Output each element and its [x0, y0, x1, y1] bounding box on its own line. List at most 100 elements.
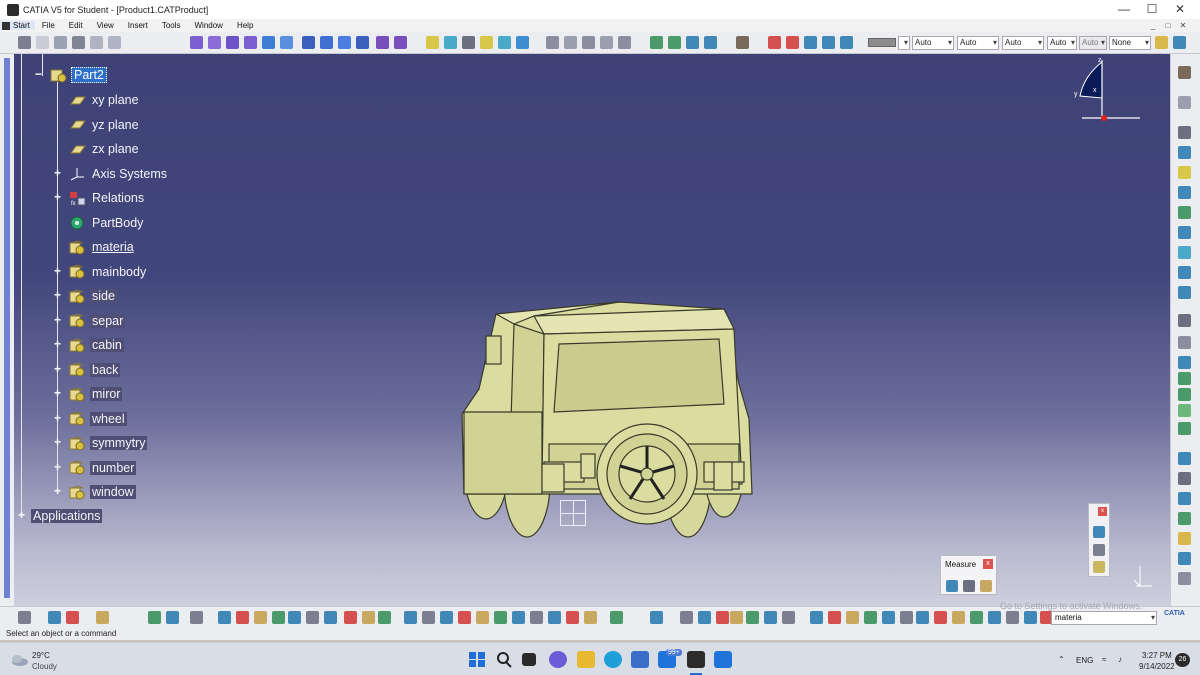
hole-icon[interactable] — [262, 36, 275, 49]
bottom-tool-icon[interactable] — [1024, 611, 1037, 624]
right-tool-icon[interactable] — [1178, 512, 1191, 525]
right-tool-icon[interactable] — [1178, 266, 1191, 279]
bottom-tool-icon[interactable] — [166, 611, 179, 624]
right-tool-icon[interactable] — [1178, 226, 1191, 239]
bottom-tool-icon[interactable] — [810, 611, 823, 624]
point-icon[interactable] — [480, 36, 493, 49]
bottom-tool-icon[interactable] — [422, 611, 435, 624]
pan-icon[interactable] — [822, 36, 835, 49]
bottom-tool-icon[interactable] — [66, 611, 79, 624]
thickness-icon[interactable] — [704, 36, 717, 49]
bottom-tool-icon[interactable] — [324, 611, 337, 624]
bottom-tool-icon[interactable] — [236, 611, 249, 624]
tree-node[interactable]: + separ — [52, 312, 126, 330]
measure-icon[interactable] — [462, 36, 475, 49]
bottom-tool-icon[interactable] — [916, 611, 929, 624]
search-icon[interactable] — [495, 651, 513, 668]
right-tool-icon[interactable] — [1178, 552, 1191, 565]
bottom-tool-icon[interactable] — [864, 611, 877, 624]
right-tool-icon[interactable] — [1178, 404, 1191, 417]
bottom-tool-icon[interactable] — [288, 611, 301, 624]
swap-space-icon[interactable] — [786, 36, 799, 49]
draft-icon[interactable] — [338, 36, 351, 49]
dimension-icon[interactable] — [600, 36, 613, 49]
menu-edit[interactable]: Edit — [62, 21, 90, 30]
bottom-tool-icon[interactable] — [148, 611, 161, 624]
measure-inertia-icon[interactable] — [980, 580, 992, 592]
show-hidden-icons[interactable]: ⌃ — [1058, 655, 1065, 664]
groove-icon[interactable] — [244, 36, 257, 49]
menu-help[interactable]: Help — [230, 21, 260, 30]
save-icon[interactable] — [72, 36, 85, 49]
bottom-tool-icon[interactable] — [494, 611, 507, 624]
select-icon[interactable] — [18, 36, 31, 49]
bottom-tool-icon[interactable] — [746, 611, 759, 624]
notifications-count[interactable]: 26 — [1175, 653, 1190, 667]
line-icon[interactable] — [516, 36, 529, 49]
bottom-tool-icon[interactable] — [882, 611, 895, 624]
bottom-tool-icon[interactable] — [272, 611, 285, 624]
measure-item-icon[interactable] — [963, 580, 975, 592]
tree-node-applications[interactable]: + Applications — [16, 507, 103, 525]
right-tool-icon[interactable] — [1178, 246, 1191, 259]
expand-icon[interactable]: + — [53, 265, 62, 277]
bottom-tool-icon[interactable] — [698, 611, 711, 624]
expand-icon[interactable]: + — [53, 191, 62, 203]
windows-start-icon[interactable] — [468, 651, 486, 668]
menu-start[interactable]: Start — [0, 21, 35, 30]
bottom-tool-icon[interactable] — [952, 611, 965, 624]
tree-scroll-indicator[interactable] — [4, 58, 10, 598]
new-icon[interactable] — [36, 36, 49, 49]
menu-window[interactable]: Window — [188, 21, 230, 30]
task-view-icon[interactable] — [522, 653, 536, 666]
right-tool-icon[interactable] — [1178, 314, 1191, 327]
expand-icon[interactable]: + — [17, 509, 26, 521]
bottom-tool-icon[interactable] — [650, 611, 663, 624]
line-weight-select[interactable]: Auto — [957, 36, 999, 50]
tree-node[interactable]: + cabin — [52, 336, 124, 354]
tree-node[interactable]: + number — [52, 459, 137, 477]
format-painter-icon[interactable] — [1173, 36, 1186, 49]
expand-icon[interactable]: + — [53, 314, 62, 326]
tree-node[interactable]: + wheel — [52, 410, 127, 428]
bottom-tool-icon[interactable] — [828, 611, 841, 624]
expand-icon[interactable]: + — [53, 167, 62, 179]
expand-icon[interactable]: + — [53, 289, 62, 301]
bottom-tool-icon[interactable] — [48, 611, 61, 624]
catia-taskbar-icon[interactable] — [687, 651, 705, 668]
tree-node[interactable]: + Axis Systems — [52, 165, 169, 183]
copy-icon[interactable] — [108, 36, 121, 49]
extra-select[interactable]: Auto — [1079, 36, 1107, 50]
right-tool-icon[interactable] — [1178, 96, 1191, 109]
bottom-tool-icon[interactable] — [584, 611, 597, 624]
bottom-tool-icon[interactable] — [680, 611, 693, 624]
filter-select[interactable]: None — [1109, 36, 1151, 50]
cut-icon[interactable] — [90, 36, 103, 49]
bottom-tool-icon[interactable] — [218, 611, 231, 624]
bottom-tool-icon[interactable] — [730, 611, 743, 624]
bottom-tool-icon[interactable] — [566, 611, 579, 624]
bottom-tool-icon[interactable] — [782, 611, 795, 624]
right-tool-icon[interactable] — [1178, 186, 1191, 199]
bottom-tool-icon[interactable] — [18, 611, 31, 624]
pad-icon[interactable] — [190, 36, 203, 49]
color-swatch[interactable] — [868, 38, 896, 47]
right-tool-icon[interactable] — [1178, 388, 1191, 401]
right-tool-icon[interactable] — [1178, 286, 1191, 299]
measure-between-icon[interactable] — [946, 580, 958, 592]
bottom-tool-icon[interactable] — [530, 611, 543, 624]
expand-icon[interactable]: + — [53, 412, 62, 424]
scaling-icon[interactable] — [686, 36, 699, 49]
weather-temperature[interactable]: 29°C — [32, 651, 50, 660]
3d-viewport[interactable]: − Part2 xy plane yz plane zx plane + Axis Sy… — [14, 54, 1170, 606]
bottom-tool-icon[interactable] — [988, 611, 1001, 624]
pattern-icon[interactable] — [668, 36, 681, 49]
split-icon[interactable] — [394, 36, 407, 49]
bottom-tool-icon[interactable] — [458, 611, 471, 624]
line-type-select[interactable]: Auto — [912, 36, 954, 50]
axis-tool-icon[interactable] — [546, 36, 559, 49]
palette-tool-icon[interactable] — [1093, 526, 1105, 538]
right-tool-icon[interactable] — [1178, 356, 1191, 369]
expand-icon[interactable]: + — [53, 461, 62, 473]
photos-icon[interactable] — [714, 651, 732, 668]
